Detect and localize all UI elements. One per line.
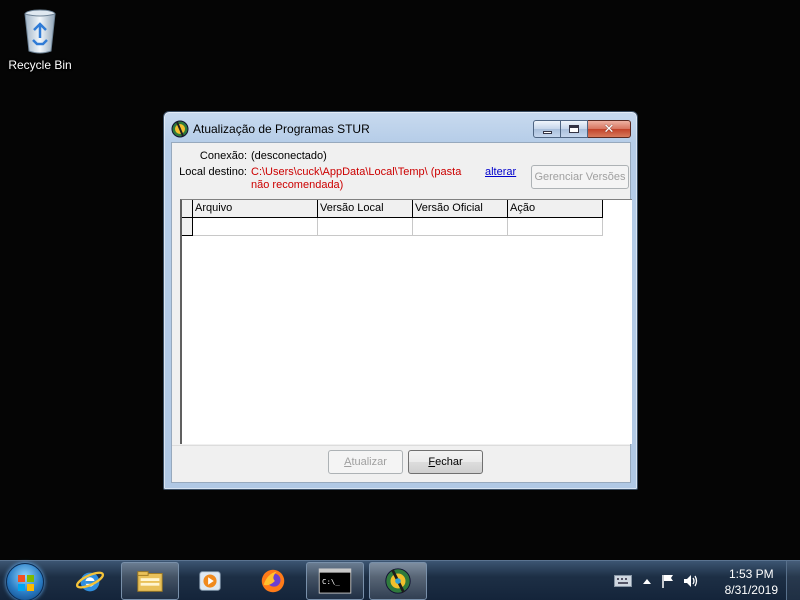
keyboard-icon[interactable] [614,575,632,587]
windows-logo-icon [18,575,34,591]
table-cell[interactable] [193,218,318,236]
connection-label: Conexão: [199,150,247,162]
clock[interactable]: 1:53 PM 8/31/2019 [725,566,778,598]
start-button[interactable] [6,563,44,600]
window-client-area: Conexão: (desconectado) Local destino: C… [171,142,632,483]
maximize-button[interactable] [561,120,588,138]
minimize-button[interactable] [533,120,561,138]
table-cell[interactable] [318,218,413,236]
taskbar-file-explorer[interactable] [121,562,179,600]
show-hidden-icons-icon[interactable] [642,577,652,585]
column-header-acao[interactable]: Ação [508,200,603,218]
change-destination-link[interactable]: alterar [485,166,516,178]
close-window-button[interactable]: ✕ [588,120,631,138]
taskbar-stur-app[interactable] [369,562,427,600]
caption-buttons: ✕ [533,120,631,138]
taskbar: C:\_ 1:53 PM 8/31/2019 [0,560,800,600]
row-header[interactable] [182,218,193,236]
column-header-versao-local[interactable]: Versão Local [318,200,413,218]
desktop-icon-label: Recycle Bin [8,58,72,72]
table-cell[interactable] [508,218,603,236]
window-title: Atualização de Programas STUR [193,122,370,136]
update-button[interactable]: Atualizar [328,450,403,474]
stur-app-icon [385,568,411,594]
file-explorer-icon [137,571,163,592]
media-player-icon [199,571,221,591]
close-button[interactable]: Fechar [408,450,483,474]
close-icon: ✕ [603,121,615,137]
column-header-arquivo[interactable]: Arquivo [193,200,318,218]
close-button-accelerator: F [428,456,436,468]
maximize-icon [569,125,579,133]
taskbar-internet-explorer[interactable] [61,562,119,600]
app-window: Atualização de Programas STUR ✕ Conexão:… [163,111,638,490]
clock-time: 1:53 PM [728,567,774,581]
show-desktop-button[interactable] [786,561,800,600]
table-row[interactable] [182,218,603,236]
firefox-icon [261,569,285,593]
connection-value: (desconectado) [251,150,327,162]
command-prompt-text: C:\_ [322,577,340,586]
column-header-versao-oficial[interactable]: Versão Oficial [413,200,508,218]
table-header: Arquivo Versão Local Versão Oficial Ação [182,200,603,218]
destination-label: Local destino: [179,166,247,178]
clock-date: 8/31/2019 [724,583,778,597]
internet-explorer-icon [75,571,105,592]
manage-versions-button[interactable]: Gerenciar Versões [531,165,629,189]
command-prompt-icon: C:\_ [318,568,352,594]
update-button-accelerator: A [344,456,352,468]
action-center-flag-icon[interactable] [660,573,676,589]
desktop-icon-recycle-bin[interactable]: Recycle Bin [5,6,75,72]
volume-icon[interactable] [682,573,700,589]
destination-value: C:\Users\cuck\AppData\Local\Temp\ (pasta… [251,166,462,191]
table-cell[interactable] [413,218,508,236]
taskbar-media-player[interactable] [181,562,239,600]
close-button-label: echar [435,456,463,468]
files-table[interactable]: Arquivo Versão Local Versão Oficial Ação [180,199,632,444]
footer-divider [172,445,630,446]
taskbar-command-prompt[interactable]: C:\_ [306,562,364,600]
recycle-bin-icon [24,9,56,54]
update-button-label: tualizar [351,456,387,468]
table-corner [182,200,193,218]
taskbar-firefox[interactable] [244,562,302,600]
stur-app-icon [171,120,189,138]
minimize-icon [542,130,552,134]
system-tray [614,561,700,600]
